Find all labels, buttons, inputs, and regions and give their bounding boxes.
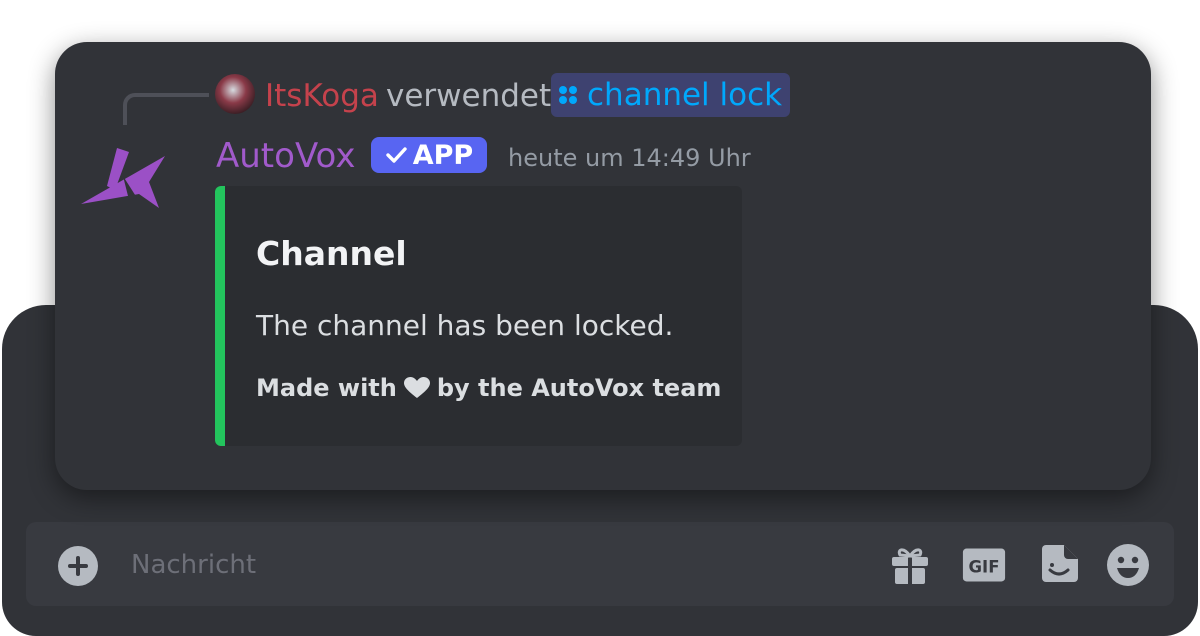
autovox-logo[interactable] (79, 142, 171, 220)
reply-username[interactable]: ItsKoga (265, 74, 379, 118)
reply-connector (123, 93, 209, 125)
user-avatar[interactable] (215, 74, 255, 114)
gift-icon[interactable] (888, 543, 932, 587)
bot-username[interactable]: AutoVox (216, 134, 355, 178)
message-input[interactable]: Nachricht (131, 546, 256, 584)
slash-command-mention[interactable]: channel lock (551, 73, 791, 117)
embed-footer: Made with by the AutoVox team (256, 368, 721, 408)
embed-accent-bar (215, 186, 225, 446)
app-badge-label: APP (412, 139, 474, 171)
command-name: channel lock (587, 77, 783, 113)
embed-title: Channel (256, 234, 407, 273)
verified-check-icon (386, 147, 407, 163)
embed-description: The channel has been locked. (256, 309, 674, 342)
plus-icon[interactable] (58, 546, 98, 586)
embed: Channel The channel has been locked. Mad… (215, 186, 742, 446)
embed-footer-text-start: Made with (256, 374, 397, 402)
app-badge: APP (371, 137, 487, 173)
app-command-icon (559, 86, 577, 104)
gif-icon[interactable]: GIF (962, 543, 1006, 587)
reply-action: verwendet (386, 78, 552, 114)
embed-footer-text-end: by the AutoVox team (436, 374, 722, 402)
sticker-icon[interactable] (1037, 543, 1081, 587)
emoji-icon[interactable] (1106, 543, 1150, 587)
heart-icon (403, 377, 430, 398)
message-timestamp: heute um 14:49 Uhr (508, 144, 751, 172)
svg-text:GIF: GIF (969, 557, 1000, 576)
